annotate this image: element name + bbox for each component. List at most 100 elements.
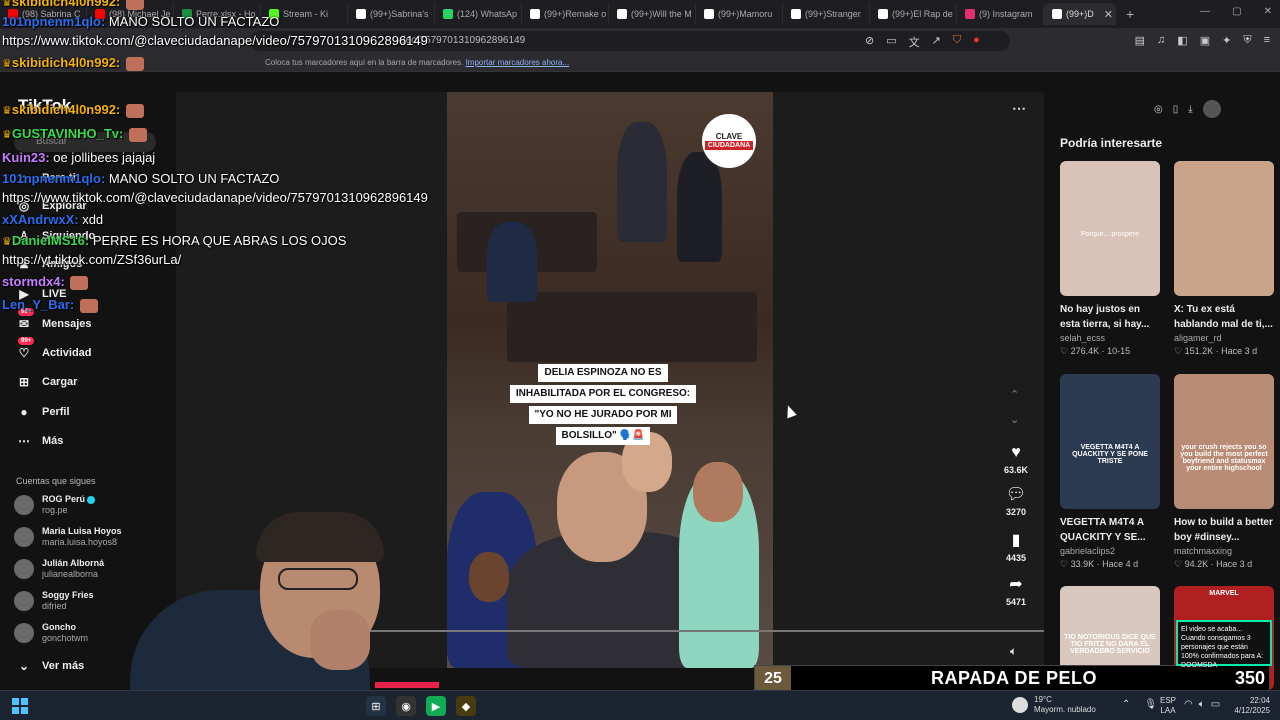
new-tab-icon[interactable]: +	[1116, 6, 1144, 22]
speaker-icon[interactable]: 🔈︎	[1199, 699, 1205, 710]
browser-tab[interactable]: (99+)D ✕	[1044, 3, 1116, 25]
ai-icon[interactable]: ✦	[1222, 34, 1231, 47]
chevron-down-icon: ⌄	[18, 659, 30, 673]
video-thumbnail[interactable]	[1174, 161, 1274, 296]
share-icon[interactable]: ↗	[932, 34, 941, 50]
recommended-video[interactable]: Porque... prospere No hay justos en esta …	[1060, 161, 1160, 357]
language-indicator[interactable]: ESP LAA	[1160, 696, 1176, 716]
reader-icon[interactable]: ▤	[1135, 34, 1145, 47]
taskbar-browser-icon[interactable]: ◆	[456, 696, 476, 716]
minimize-icon[interactable]: —	[1200, 6, 1210, 17]
menu-icon[interactable]: ≡	[1264, 34, 1270, 47]
streamer-hair	[256, 512, 384, 562]
chat-message: ♛skibidich4l0n992:	[2, 0, 144, 11]
video-title[interactable]: VEGETTA M4T4 A QUACKITY Y SE...	[1060, 515, 1160, 545]
browser-tab[interactable]: (99+)Will the M	[609, 3, 696, 25]
shield-icon[interactable]: ⛉	[953, 34, 961, 50]
video-author[interactable]: selah_ecss	[1060, 333, 1160, 343]
face-silhouette	[693, 462, 743, 522]
profile-icon: ●	[20, 405, 28, 419]
weather-desc: Mayorm. nublado	[1034, 705, 1096, 714]
video-thumbnail[interactable]: VEGETTA M4T4 A QUACKITY Y SE PONE TRISTE	[1060, 374, 1160, 509]
video-author[interactable]: gabrielaclips2	[1060, 546, 1160, 556]
taskbar-obs-icon[interactable]: ◉	[396, 696, 416, 716]
crown-icon: ♛	[2, 58, 12, 70]
caption-line: BOLSILLO" 🗣️🚨	[555, 427, 651, 445]
like-button[interactable]: ♥ 63.6K	[998, 444, 1034, 475]
tab-favicon-icon	[1052, 9, 1062, 19]
video-likes: 33.9K	[1070, 559, 1095, 569]
tab-close-icon[interactable]: ✕	[1104, 8, 1113, 21]
save-button[interactable]: ▮ 4435	[998, 532, 1034, 563]
next-video-icon[interactable]: ⌄	[1010, 413, 1019, 426]
previous-video-icon[interactable]: ⌃	[1010, 388, 1019, 401]
sidebar-item-cargar[interactable]: ⊞ Cargar	[16, 374, 78, 390]
sidebar-item-actividad[interactable]: ♡ 99+ Actividad	[16, 337, 92, 361]
video-title[interactable]: No hay justos en esta tierra, si hay...	[1060, 302, 1160, 332]
video-thumbnail[interactable]: your crush rejects you so you build the …	[1174, 374, 1274, 509]
wallet-icon[interactable]: ▣	[1200, 34, 1210, 47]
stream-popup: El video se acaba... Cuando consigamos 3…	[1176, 620, 1272, 669]
volume-icon[interactable]: 🔈︎	[1010, 644, 1017, 659]
wifi-icon[interactable]: ◠	[1184, 699, 1193, 710]
user-avatar[interactable]	[1202, 100, 1221, 118]
sidebar-item-más[interactable]: ⋯ Más	[16, 433, 63, 449]
browser-tab[interactable]: (99+)Remake o	[522, 3, 609, 25]
coins-icon[interactable]: ◎	[1154, 104, 1163, 115]
extension-icon[interactable]: ●	[973, 34, 980, 50]
following-title: Cuentas que sigues	[16, 476, 96, 486]
save-count: 4435	[1005, 553, 1027, 563]
chat-text: xdd	[82, 212, 104, 227]
maximize-icon[interactable]: ▢	[1232, 6, 1241, 17]
close-window-icon[interactable]: ✕	[1264, 6, 1272, 17]
caption-line: "YO NO HE JURADO POR MI	[528, 406, 678, 424]
music-icon[interactable]: ♫	[1157, 34, 1165, 47]
sidebar-item-perfil[interactable]: ● Perfil	[16, 404, 69, 420]
browser-tab[interactable]: (99+)El Rap de	[870, 3, 957, 25]
comment-button[interactable]: 💬︎ 3270	[998, 486, 1034, 517]
taskbar-app-icon[interactable]: ⊞	[366, 696, 386, 716]
browser-tab[interactable]: (99+)Stranger	[783, 3, 870, 25]
chat-username: 101npnenm1qlo:	[2, 14, 106, 29]
bookmark-icon: ▮	[1011, 532, 1021, 549]
thumbnail-text: VEGETTA M4T4 A QUACKITY Y SE PONE TRISTE	[1072, 444, 1148, 465]
video-title[interactable]: X: Tu ex está hablando mal de ti,...	[1174, 302, 1274, 332]
comment-count: 3270	[1005, 507, 1027, 517]
browser-tab[interactable]: (9) Instagram	[957, 3, 1044, 25]
chat-message: 101npnenm1qlo: MANO SOLTO UN FACTAZO	[2, 171, 279, 187]
battery-icon[interactable]: ▭	[1211, 699, 1220, 710]
screen-icon[interactable]: ▭	[886, 34, 896, 50]
clock-date: 4/12/2025	[1234, 706, 1270, 715]
more-options-icon[interactable]: ⋯	[1012, 100, 1026, 117]
tray-chevron-icon[interactable]: ⌃	[1122, 699, 1130, 710]
clock[interactable]: 22:04 4/12/2025	[1234, 696, 1270, 716]
video-author[interactable]: aligamer_rd	[1174, 333, 1274, 343]
download-icon[interactable]: ⤓	[1188, 104, 1192, 115]
microphone-icon[interactable]: 🎙︎	[1144, 699, 1157, 710]
vpn-icon[interactable]: ⛨	[1243, 34, 1251, 47]
recommended-video[interactable]: your crush rejects you so you build the …	[1174, 374, 1274, 570]
person-silhouette	[617, 122, 667, 242]
video-title[interactable]: How to build a better boy #dinsey...	[1174, 515, 1274, 545]
weather-icon	[1012, 697, 1028, 713]
recommended-video[interactable]: X: Tu ex está hablando mal de ti,... alig…	[1174, 161, 1274, 357]
video-thumbnail[interactable]: Porque... prospere	[1060, 161, 1160, 296]
no-tracking-icon[interactable]: ⊘	[865, 34, 874, 50]
device-icon[interactable]: ▯	[1173, 104, 1179, 115]
chat-username: stormdx4:	[2, 274, 65, 289]
video-author[interactable]: matchmaxxing	[1174, 546, 1274, 556]
taskbar-kick-icon[interactable]: ▶	[426, 696, 446, 716]
right-panel: ◎ ▯ ⤓ Podría interesarte Porque... prosp…	[1044, 72, 1280, 690]
top-right-actions: ◎ ▯ ⤓	[1154, 100, 1221, 118]
windows-start-icon[interactable]	[12, 698, 28, 714]
translate-icon[interactable]: 文	[909, 34, 920, 50]
face-silhouette	[469, 552, 509, 602]
browser-tab[interactable]: (99+)Mamoru	[696, 3, 783, 25]
recommended-video[interactable]: VEGETTA M4T4 A QUACKITY Y SE PONE TRISTE…	[1060, 374, 1160, 570]
import-bookmarks-link[interactable]: Importar marcadores ahora...	[466, 58, 570, 67]
tab-label: (99+)Will the M	[631, 9, 692, 19]
share-button[interactable]: ➦ 5471	[998, 576, 1034, 607]
sidebar-icon[interactable]: ◧	[1177, 34, 1187, 47]
weather-widget[interactable]: 19°C Mayorm. nublado	[1012, 695, 1096, 715]
video-player[interactable]: CLAVE CIUDADANA DELIA ESPINOZA NO ES INHA…	[447, 92, 773, 668]
